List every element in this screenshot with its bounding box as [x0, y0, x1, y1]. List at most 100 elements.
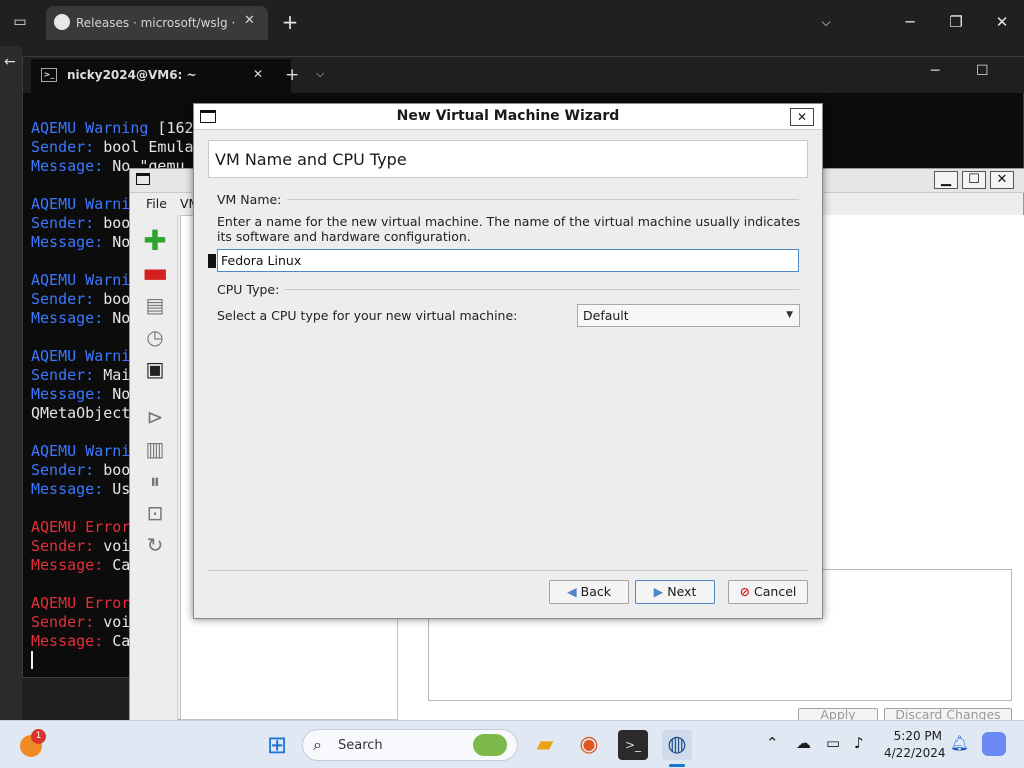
drive-icon[interactable]: ▤: [142, 292, 168, 318]
volume-muted-icon[interactable]: ♪: [854, 734, 864, 752]
start-button[interactable]: ⊞: [262, 730, 292, 760]
clock-icon[interactable]: ◷: [142, 324, 168, 350]
search-highlight-icon: [473, 734, 507, 756]
menu-file[interactable]: File: [146, 196, 167, 211]
terminal-line: Sender: boo: [31, 290, 130, 308]
aqemu-minimize-button[interactable]: ▁: [934, 171, 958, 189]
terminal-maximize-button[interactable]: ☐: [976, 63, 989, 79]
aqemu-maximize-button[interactable]: ☐: [962, 171, 986, 189]
browser-tab[interactable]: Releases · microsoft/wslg · GitH ✕: [46, 6, 268, 40]
chevron-up-icon[interactable]: ⌃: [766, 734, 779, 752]
terminal-line-label: AQEMU Error: [31, 518, 131, 536]
terminal-titlebar: >_ nicky2024@VM6: ~ ✕ + ⌵ ─ ☐: [23, 57, 1024, 93]
clock-date[interactable]: 4/22/2024: [884, 746, 946, 760]
github-icon: [54, 14, 70, 30]
vm-name-input[interactable]: [217, 249, 799, 272]
terminal-line-text: No: [103, 233, 131, 251]
chevron-down-icon[interactable]: ⌵: [806, 7, 846, 37]
terminal-line-label: Message:: [31, 233, 104, 251]
next-label: Next: [667, 584, 697, 599]
terminal-line-text: [162: [148, 119, 194, 137]
new-vm-wizard-dialog: New Virtual Machine Wizard ✕ VM Name and…: [193, 103, 823, 619]
aqemu-close-button[interactable]: ✕: [990, 171, 1014, 189]
pause-icon[interactable]: ⏸: [142, 468, 168, 494]
terminal-dropdown-icon[interactable]: ⌵: [316, 67, 324, 81]
terminal-line-text: Ca: [103, 632, 131, 650]
terminal-line-text: boo: [94, 214, 131, 232]
cancel-icon: ⊘: [739, 584, 751, 599]
arrow-right-icon: ▶: [653, 584, 664, 599]
terminal-line: Message: Us: [31, 480, 130, 498]
terminal-line-label: AQEMU Warni: [31, 442, 131, 460]
terminal-minimize-button[interactable]: ─: [931, 63, 939, 79]
new-terminal-tab-button[interactable]: +: [285, 65, 299, 85]
terminal-line-label: Sender:: [31, 366, 95, 384]
onedrive-icon[interactable]: ☁: [796, 734, 811, 752]
terminal-line-label: Sender:: [31, 613, 95, 631]
back-label: Back: [580, 584, 611, 599]
vm-name-section-label: VM Name:: [217, 192, 288, 207]
terminal-line: Message: Ca: [31, 632, 130, 650]
close-terminal-tab-icon[interactable]: ✕: [253, 67, 263, 81]
back-arrow-icon[interactable]: ←: [4, 54, 16, 70]
window-menu-icon[interactable]: [136, 173, 150, 185]
taskbar-search[interactable]: ⌕ Search: [302, 729, 518, 761]
terminal-line-text: voi: [94, 613, 131, 631]
save-icon[interactable]: ▥: [142, 436, 168, 462]
stop-icon[interactable]: ⊡: [142, 500, 168, 526]
terminal-line: AQEMU Warning [162: [31, 119, 194, 137]
aqemu-taskbar-icon[interactable]: ◍: [662, 730, 692, 760]
cpu-type-label: Select a CPU type for your new virtual m…: [217, 308, 518, 323]
tab-actions-icon[interactable]: ▭: [2, 7, 38, 37]
close-tab-icon[interactable]: ✕: [244, 13, 255, 28]
terminal-line-text: No: [103, 385, 131, 403]
wizard-title: New Virtual Machine Wizard: [396, 108, 620, 124]
add-vm-icon[interactable]: ✚: [142, 227, 168, 255]
terminal-line: Message: No: [31, 233, 130, 251]
terminal-line-label: Sender:: [31, 537, 95, 555]
minimize-button[interactable]: ─: [890, 7, 930, 37]
terminal-line: QMetaObject: [31, 404, 130, 422]
cancel-button[interactable]: ⊘ Cancel: [728, 580, 808, 604]
notification-bell-icon[interactable]: 🔔︎: [950, 734, 969, 752]
footer-divider: [208, 570, 808, 571]
next-button[interactable]: ▶ Next: [635, 580, 715, 604]
terminal-line-label: Sender:: [31, 214, 95, 232]
terminal-line: Sender: boo: [31, 461, 130, 479]
terminal-line-text: Ca: [103, 556, 131, 574]
maximize-button[interactable]: ❐: [936, 7, 976, 37]
terminal-line-label: AQEMU Error: [31, 594, 131, 612]
terminal-line: Message: No: [31, 385, 130, 403]
terminal-icon: >_: [41, 68, 57, 82]
back-button[interactable]: ◀ Back: [549, 580, 629, 604]
display-icon[interactable]: ▭: [826, 734, 840, 752]
terminal-taskbar-icon[interactable]: >_: [618, 730, 648, 760]
play-icon[interactable]: ⊳: [142, 404, 168, 430]
cpu-type-select[interactable]: Default ▼: [577, 304, 800, 327]
terminal-line-label: AQEMU Warni: [31, 347, 131, 365]
firefox-icon[interactable]: ◉: [574, 730, 604, 760]
terminal-line: AQEMU Error: [31, 518, 130, 536]
close-button[interactable]: ✕: [982, 7, 1022, 37]
copilot-icon[interactable]: [982, 732, 1006, 756]
terminal-line-label: Message:: [31, 480, 104, 498]
terminal-line-text: voi: [94, 537, 131, 555]
reset-icon[interactable]: ↻: [142, 532, 168, 558]
terminal-line-label: AQEMU Warni: [31, 271, 131, 289]
terminal-line: Sender: Mai: [31, 366, 130, 384]
terminal-line: Message: Ca: [31, 556, 130, 574]
file-explorer-icon[interactable]: ▰: [530, 730, 560, 760]
clock-time[interactable]: 5:20 PM: [884, 729, 942, 743]
terminal-line: Sender: voi: [31, 537, 130, 555]
new-tab-button[interactable]: +: [270, 7, 310, 37]
terminal-tab[interactable]: >_ nicky2024@VM6: ~ ✕: [31, 59, 291, 93]
active-app-indicator: [669, 764, 685, 767]
delete-vm-icon[interactable]: ▬: [142, 259, 168, 287]
wizard-close-button[interactable]: ✕: [790, 108, 814, 126]
terminal-line: AQEMU Warni: [31, 271, 130, 289]
terminal-line: AQEMU Warni: [31, 195, 130, 213]
search-icon: ⌕: [313, 735, 322, 754]
chevron-down-icon: ▼: [786, 310, 793, 320]
console-icon[interactable]: ▣: [142, 356, 168, 382]
terminal-line-text: boo: [94, 461, 131, 479]
